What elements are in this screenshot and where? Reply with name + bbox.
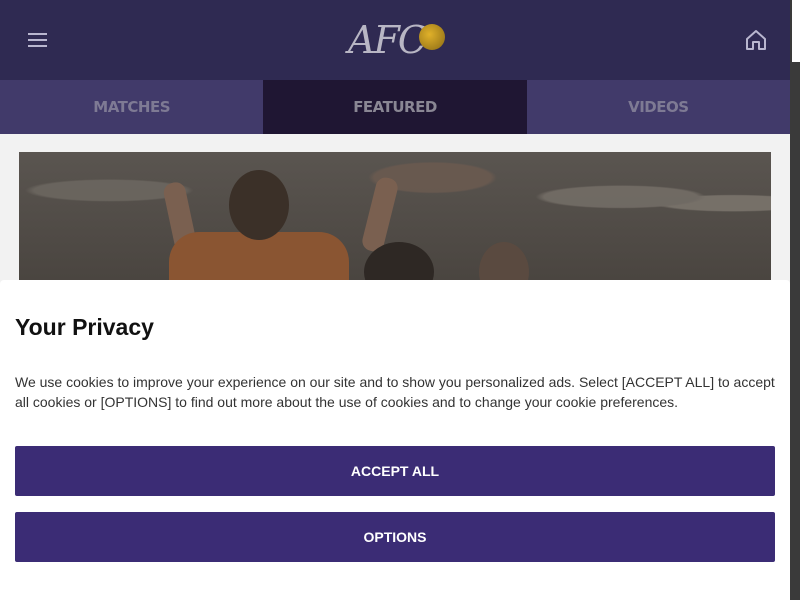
scrollbar-thumb[interactable] xyxy=(792,0,800,62)
featured-hero-image[interactable] xyxy=(19,152,771,280)
ball-icon xyxy=(418,24,445,50)
tab-videos[interactable]: VIDEOS xyxy=(526,80,790,134)
hamburger-menu-icon[interactable] xyxy=(28,33,47,49)
site-header: AFC xyxy=(0,0,790,80)
scrollbar-track[interactable] xyxy=(790,0,800,600)
afc-logo[interactable]: AFC xyxy=(348,18,445,62)
tab-bar: MATCHES FEATURED VIDEOS xyxy=(0,80,790,134)
player-head xyxy=(229,170,289,240)
privacy-dialog: Your Privacy We use cookies to improve y… xyxy=(0,280,790,600)
accept-all-button[interactable]: ACCEPT ALL xyxy=(15,446,775,496)
tab-matches[interactable]: MATCHES xyxy=(0,80,264,134)
home-icon[interactable] xyxy=(744,28,768,52)
privacy-text: We use cookies to improve your experienc… xyxy=(15,374,775,410)
tab-featured[interactable]: FEATURED xyxy=(263,80,527,134)
options-button[interactable]: OPTIONS xyxy=(15,512,775,562)
privacy-title: Your Privacy xyxy=(15,314,154,340)
logo-text: AFC xyxy=(348,18,427,62)
